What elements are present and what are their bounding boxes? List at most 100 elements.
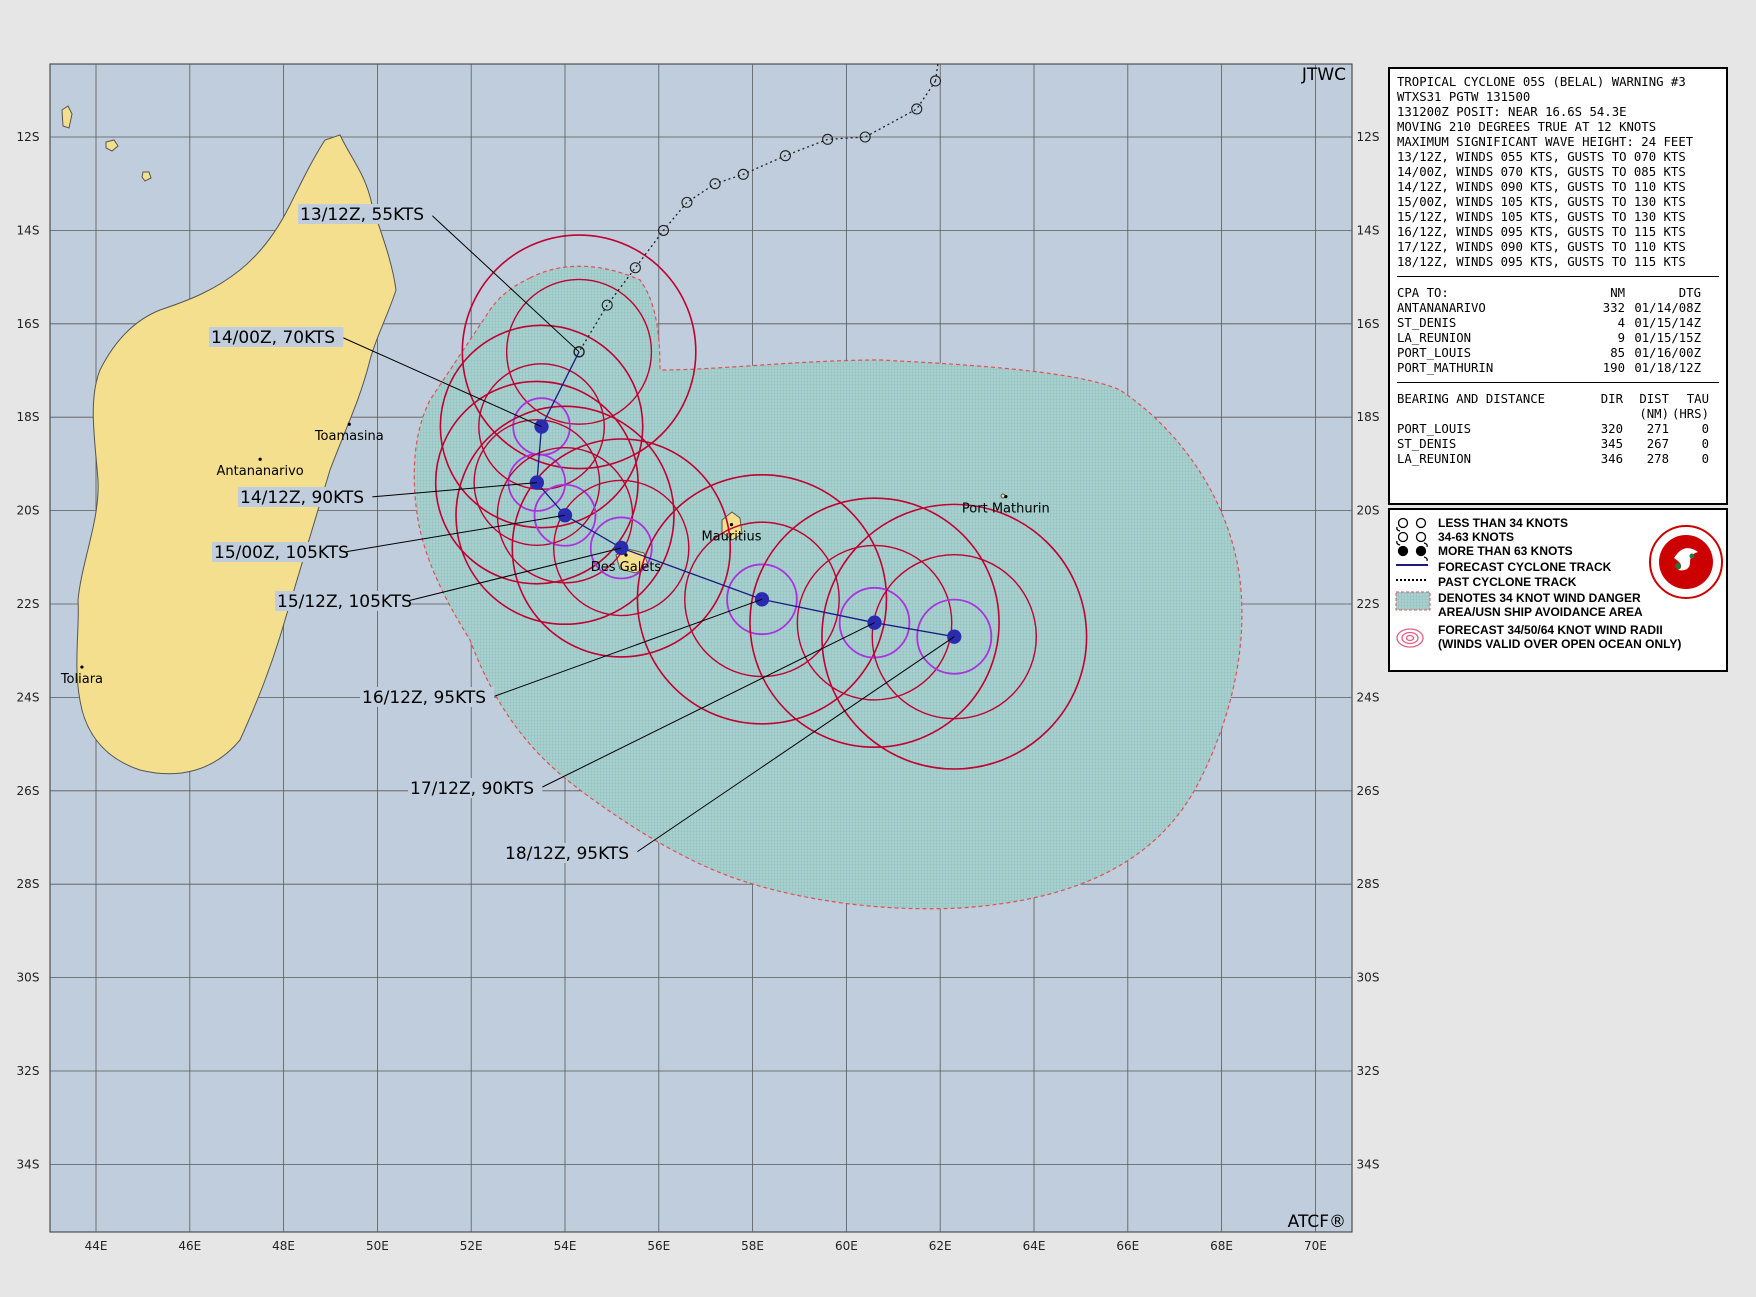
- forecast-label: 14/12Z, 90KTS: [240, 488, 364, 508]
- lon-tick-label: 66E: [1116, 1239, 1139, 1253]
- place-dot: [624, 553, 628, 557]
- forecast-label: 14/00Z, 70KTS: [211, 328, 335, 348]
- legend-box: LESS THAN 34 KNOTS 34-63 KNOTS MORE THAN…: [1388, 508, 1728, 672]
- lon-tick-label: 70E: [1304, 1239, 1327, 1253]
- lat-tick-label-right: 22S: [1357, 597, 1380, 611]
- forecast-label: 13/12Z, 55KTS: [300, 205, 424, 225]
- cpa-row: LA_REUNION 9 01/15/15Z: [1397, 331, 1701, 345]
- lat-tick-label-left: 18S: [17, 410, 40, 424]
- place-label: Toliara: [60, 672, 103, 687]
- lon-tick-label: 46E: [178, 1239, 201, 1253]
- legend-wind-radii: FORECAST 34/50/64 KNOT WIND RADII (WINDS…: [1438, 623, 1682, 651]
- forecast-label: 16/12Z, 95KTS: [362, 688, 486, 708]
- lat-tick-label-left: 32S: [17, 1064, 40, 1078]
- warning-line: 14/00Z, WINDS 070 KTS, GUSTS TO 085 KTS: [1397, 165, 1686, 179]
- forecast-label: 18/12Z, 95KTS: [505, 844, 629, 864]
- legend-past-track: PAST CYCLONE TRACK: [1438, 575, 1577, 589]
- warning-line: 13/12Z, WINDS 055 KTS, GUSTS TO 070 KTS: [1397, 150, 1686, 164]
- warning-line: 14/12Z, WINDS 090 KTS, GUSTS TO 110 KTS: [1397, 180, 1686, 194]
- warning-line: 17/12Z, WINDS 090 KTS, GUSTS TO 110 KTS: [1397, 240, 1686, 254]
- lat-tick-label-left: 22S: [17, 597, 40, 611]
- lon-tick-label: 62E: [929, 1239, 952, 1253]
- forecast-label: 15/00Z, 105KTS: [214, 543, 349, 563]
- legend-forecast-track: FORECAST CYCLONE TRACK: [1438, 560, 1612, 574]
- bearing-header: BEARING AND DISTANCE DIR DIST TAU: [1397, 392, 1709, 406]
- lat-tick-label-right: 24S: [1357, 690, 1380, 704]
- lat-tick-label-right: 32S: [1357, 1064, 1380, 1078]
- lon-tick-label: 68E: [1210, 1239, 1233, 1253]
- warning-line: MAXIMUM SIGNIFICANT WAVE HEIGHT: 24 FEET: [1397, 135, 1694, 149]
- warning-line: MOVING 210 DEGREES TRUE AT 12 KNOTS: [1397, 120, 1657, 134]
- lon-tick-label: 64E: [1023, 1239, 1046, 1253]
- lat-tick-label-left: 14S: [17, 223, 40, 237]
- jtwc-seal-logo: [1649, 525, 1723, 599]
- lat-tick-label-right: 20S: [1357, 504, 1380, 518]
- danger-area-icon: [1395, 591, 1431, 611]
- forecast-label: 15/12Z, 105KTS: [277, 592, 412, 612]
- bearing-row: LA_REUNION 346 278 0: [1397, 452, 1709, 466]
- place-dot: [1004, 494, 1008, 499]
- lat-tick-label-left: 30S: [17, 971, 40, 985]
- jtwc-label: JTWC: [1301, 65, 1346, 85]
- bearing-row: ST_DENIS 345 267 0: [1397, 437, 1709, 451]
- lat-tick-label-right: 30S: [1357, 971, 1380, 985]
- warning-line: WTXS31 PGTW 131500: [1397, 90, 1531, 104]
- lon-tick-label: 60E: [835, 1239, 858, 1253]
- cpa-row: ST_DENIS 4 01/15/14Z: [1397, 316, 1701, 330]
- lat-tick-label-right: 18S: [1357, 410, 1380, 424]
- lat-tick-label-left: 16S: [17, 317, 40, 331]
- more-than-63-icon: [1396, 540, 1428, 562]
- place-label: Port Mathurin: [962, 502, 1050, 517]
- lon-tick-label: 48E: [272, 1239, 295, 1253]
- lat-tick-label-right: 16S: [1357, 317, 1380, 331]
- lat-tick-label-left: 12S: [17, 130, 40, 144]
- lat-tick-label-left: 26S: [17, 784, 40, 798]
- cpa-row: PORT_MATHURIN 190 01/18/12Z: [1397, 361, 1701, 375]
- lat-tick-label-right: 34S: [1357, 1157, 1380, 1171]
- lon-tick-label: 52E: [460, 1239, 483, 1253]
- legend-danger-area: DENOTES 34 KNOT WIND DANGER AREA/USN SHI…: [1438, 591, 1643, 619]
- place-label: Mauritius: [701, 530, 761, 545]
- lon-tick-label: 56E: [647, 1239, 670, 1253]
- cpa-header: CPA TO: NM DTG: [1397, 286, 1701, 300]
- warning-info-box: TROPICAL CYCLONE 05S (BELAL) WARNING #3 W…: [1388, 67, 1728, 505]
- place-label: Des Galets: [591, 560, 662, 575]
- less-than-34-icon: [1397, 517, 1427, 529]
- place-dot: [80, 665, 84, 669]
- bearing-row: PORT_LOUIS 320 271 0: [1397, 422, 1709, 436]
- legend-symbols: [1395, 517, 1431, 648]
- lat-tick-label-right: 12S: [1357, 130, 1380, 144]
- warning-line: 15/00Z, WINDS 105 KTS, GUSTS TO 130 KTS: [1397, 195, 1686, 209]
- lat-tick-label-right: 28S: [1357, 877, 1380, 891]
- lon-tick-label: 54E: [554, 1239, 577, 1253]
- lat-tick-label-left: 20S: [17, 504, 40, 518]
- 34-63-knots-icon: [1396, 526, 1428, 548]
- place-dot: [258, 457, 262, 461]
- cpa-row: ANTANANARIVO 332 01/14/08Z: [1397, 301, 1701, 315]
- lat-tick-label-left: 34S: [17, 1157, 40, 1171]
- cpa-row: PORT_LOUIS 85 01/16/00Z: [1397, 346, 1701, 360]
- place-dot: [729, 523, 734, 527]
- place-dot: [347, 422, 351, 426]
- warning-line: 18/12Z, WINDS 095 KTS, GUSTS TO 115 KTS: [1397, 255, 1686, 269]
- lon-tick-label: 44E: [85, 1239, 108, 1253]
- warning-line: 131200Z POSIT: NEAR 16.6S 54.3E: [1397, 105, 1627, 119]
- lat-tick-label-left: 24S: [17, 690, 40, 704]
- warning-line: 15/12Z, WINDS 105 KTS, GUSTS TO 130 KTS: [1397, 210, 1686, 224]
- legend-less-than-34: LESS THAN 34 KNOTS: [1438, 516, 1569, 530]
- bearing-header-units: (NM) (HRS): [1639, 407, 1709, 421]
- wind-radii-icon: [1396, 628, 1424, 648]
- warning-line: 16/12Z, WINDS 095 KTS, GUSTS TO 115 KTS: [1397, 225, 1686, 239]
- lat-tick-label-left: 28S: [17, 877, 40, 891]
- lon-tick-label: 58E: [741, 1239, 764, 1253]
- legend-more-than-63: MORE THAN 63 KNOTS: [1438, 544, 1573, 558]
- legend-34-63: 34-63 KNOTS: [1438, 530, 1515, 544]
- atcf-label: ATCF®: [1288, 1212, 1346, 1232]
- lat-tick-label-right: 14S: [1357, 223, 1380, 237]
- lon-tick-label: 50E: [366, 1239, 389, 1253]
- warning-line: TROPICAL CYCLONE 05S (BELAL) WARNING #3: [1397, 75, 1686, 89]
- forecast-label: 17/12Z, 90KTS: [410, 779, 534, 799]
- place-label: Antananarivo: [217, 464, 304, 479]
- place-label: Toamasina: [314, 429, 384, 444]
- lat-tick-label-right: 26S: [1357, 784, 1380, 798]
